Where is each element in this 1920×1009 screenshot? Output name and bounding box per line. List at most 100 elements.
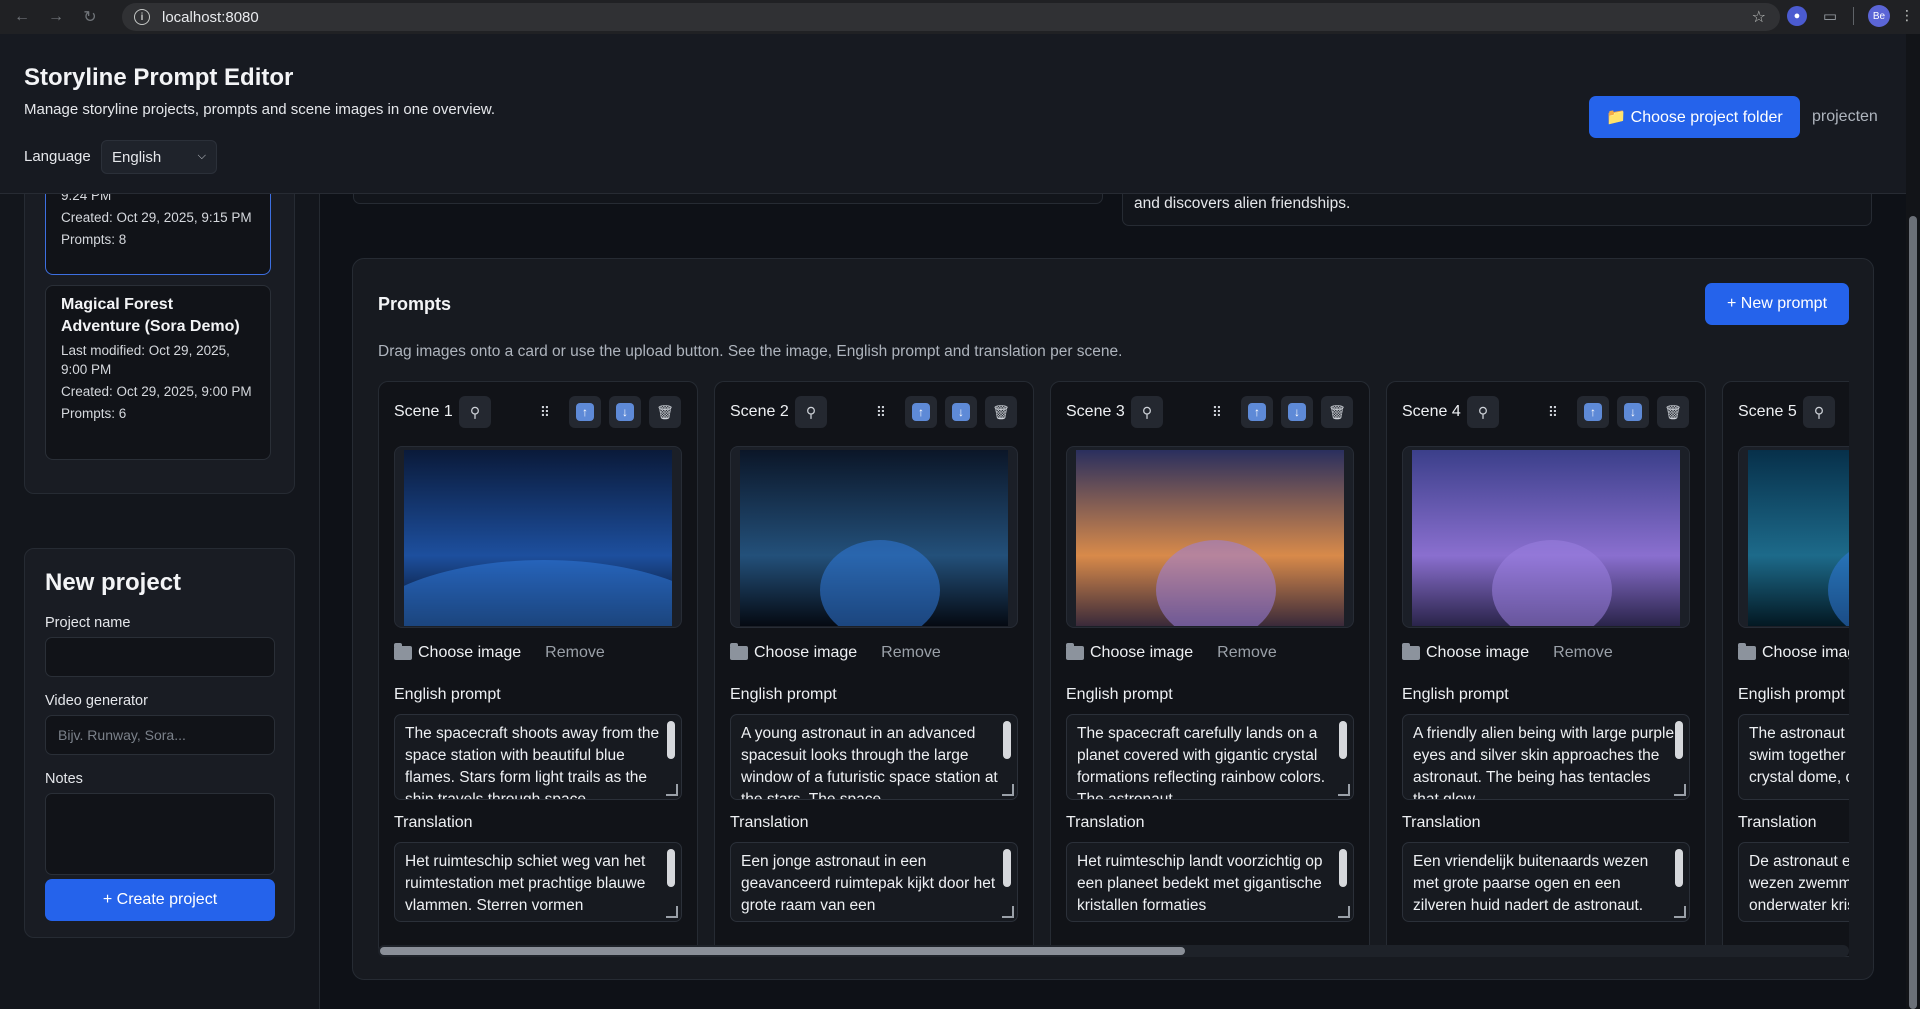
choose-image-button[interactable]: Choose image [1738, 643, 1849, 662]
page-scrollbar-thumb[interactable] [1909, 216, 1917, 1009]
translation-textarea[interactable]: Het ruimteschip landt voorzichtig op een… [1066, 842, 1354, 922]
resize-grip-icon[interactable] [1338, 784, 1350, 796]
scene-card[interactable]: Scene 3 ⚲ ⠿ ↑ ↓ 🗑 Choose image Remove En… [1050, 381, 1370, 957]
reload-icon[interactable]: ↻ [78, 5, 102, 29]
move-up-button[interactable]: ↑ [905, 396, 937, 428]
textarea-scrollbar[interactable] [1003, 721, 1011, 759]
move-down-button[interactable]: ↓ [1281, 396, 1313, 428]
choose-image-label: Choose image [1426, 644, 1530, 661]
choose-project-folder-button[interactable]: 📁 Choose project folder [1589, 96, 1800, 138]
trash-icon[interactable]: 🗑 [649, 396, 681, 428]
translation-textarea[interactable]: De astronaut en het buitenaardse wezen z… [1738, 842, 1849, 922]
translation-textarea[interactable]: Een vriendelijk buitenaards wezen met gr… [1402, 842, 1690, 922]
move-down-button[interactable]: ↓ [945, 396, 977, 428]
resize-grip-icon[interactable] [1338, 906, 1350, 918]
extension-icon[interactable]: ● [1787, 6, 1807, 26]
scene-header: Scene 4 ⚲ ⠿ ↑ ↓ 🗑 [1402, 396, 1692, 428]
textarea-scrollbar[interactable] [1339, 849, 1347, 887]
move-up-button[interactable]: ↑ [1577, 396, 1609, 428]
notes-label: Notes [45, 771, 83, 787]
english-prompt-textarea[interactable]: The astronaut and the alien being swim t… [1738, 714, 1849, 800]
remove-image-button[interactable]: Remove [1553, 644, 1613, 662]
english-prompt-textarea[interactable]: The spacecraft carefully lands on a plan… [1066, 714, 1354, 800]
scene-card[interactable]: Scene 4 ⚲ ⠿ ↑ ↓ 🗑 Choose image Remove En… [1386, 381, 1706, 957]
scene-image-dropzone[interactable] [1402, 446, 1690, 628]
notes-textarea[interactable] [45, 793, 275, 875]
move-up-button[interactable]: ↑ [1241, 396, 1273, 428]
sidebar: Last modified: Oct 29, 2025, 9:24 PM Cre… [0, 174, 320, 1009]
address-bar[interactable]: i localhost:8080 ☆ [122, 3, 1780, 31]
resize-grip-icon[interactable] [1002, 906, 1014, 918]
remove-image-button[interactable]: Remove [545, 644, 605, 662]
back-icon[interactable]: ← [10, 5, 34, 29]
folder-icon [1738, 643, 1756, 660]
zoom-icon[interactable]: ⚲ [1131, 396, 1163, 428]
textarea-scrollbar[interactable] [1675, 849, 1683, 887]
choose-image-button[interactable]: Choose image [730, 643, 857, 662]
translation-textarea[interactable]: Het ruimteschip schiet weg van het ruimt… [394, 842, 682, 922]
resize-grip-icon[interactable] [1674, 784, 1686, 796]
scene-image-dropzone[interactable] [1738, 446, 1849, 628]
textarea-scrollbar[interactable] [667, 721, 675, 759]
scene-card[interactable]: Scene 5 ⚲ ⠿ ↑ ↓ 🗑 Choose image Remove En… [1722, 381, 1849, 957]
resize-grip-icon[interactable] [1002, 784, 1014, 796]
resize-grip-icon[interactable] [666, 906, 678, 918]
english-prompt-textarea[interactable]: The spacecraft shoots away from the spac… [394, 714, 682, 800]
textarea-scrollbar[interactable] [1003, 849, 1011, 887]
project-card[interactable]: Magical Forest Adventure (Sora Demo) Las… [45, 285, 271, 460]
page-scrollbar[interactable] [1906, 34, 1920, 1009]
create-project-button[interactable]: + Create project [45, 879, 275, 921]
image-actions: Choose image Remove [730, 643, 941, 662]
drag-handle-icon[interactable]: ⠿ [529, 396, 561, 428]
move-up-button[interactable]: ↑ [569, 396, 601, 428]
arrow-up-icon: ↑ [576, 403, 594, 421]
drag-handle-icon[interactable]: ⠿ [1201, 396, 1233, 428]
translation-textarea[interactable]: Een jonge astronaut in een geavanceerd r… [730, 842, 1018, 922]
trash-icon[interactable]: 🗑 [1657, 396, 1689, 428]
bookmark-star-icon[interactable]: ☆ [1752, 7, 1766, 27]
trash-icon[interactable]: 🗑 [1321, 396, 1353, 428]
drag-handle-icon[interactable]: ⠿ [865, 396, 897, 428]
move-down-button[interactable]: ↓ [1617, 396, 1649, 428]
choose-image-button[interactable]: Choose image [394, 643, 521, 662]
horizontal-scrollbar-thumb[interactable] [380, 947, 1185, 955]
scene-image-dropzone[interactable] [394, 446, 682, 628]
drag-handle-icon[interactable]: ⠿ [1537, 396, 1569, 428]
textarea-scrollbar[interactable] [1339, 721, 1347, 759]
prompts-help-text: Drag images onto a card or use the uploa… [378, 343, 1123, 360]
horizontal-scrollbar[interactable] [378, 945, 1849, 957]
move-down-button[interactable]: ↓ [609, 396, 641, 428]
english-prompt-textarea[interactable]: A friendly alien being with large purple… [1402, 714, 1690, 800]
arrow-down-icon: ↓ [1288, 403, 1306, 421]
profile-avatar[interactable]: Be [1868, 5, 1890, 27]
scene-image-dropzone[interactable] [1066, 446, 1354, 628]
trash-icon[interactable]: 🗑 [985, 396, 1017, 428]
project-created: Created: Oct 29, 2025, 9:00 PM [61, 384, 252, 399]
zoom-icon[interactable]: ⚲ [1467, 396, 1499, 428]
scene-card[interactable]: Scene 1 ⚲ ⠿ ↑ ↓ 🗑 Choose image Remove En… [378, 381, 698, 957]
remove-image-button[interactable]: Remove [1217, 644, 1277, 662]
resize-grip-icon[interactable] [1674, 906, 1686, 918]
site-info-icon[interactable]: i [134, 9, 150, 25]
english-prompt-textarea[interactable]: A young astronaut in an advanced spacesu… [730, 714, 1018, 800]
language-select[interactable]: English ⌵ [101, 140, 217, 174]
translation-label: Translation [730, 814, 809, 831]
scene-strip[interactable]: Scene 1 ⚲ ⠿ ↑ ↓ 🗑 Choose image Remove En… [378, 381, 1849, 957]
forward-icon[interactable]: → [44, 5, 68, 29]
extensions-puzzle-icon[interactable]: ▭ [1821, 7, 1839, 25]
project-name-input[interactable] [45, 637, 275, 677]
browser-menu-icon[interactable]: ⋮ [1900, 7, 1914, 24]
scene-image-dropzone[interactable] [730, 446, 1018, 628]
scene-card[interactable]: Scene 2 ⚲ ⠿ ↑ ↓ 🗑 Choose image Remove En… [714, 381, 1034, 957]
choose-image-button[interactable]: Choose image [1066, 643, 1193, 662]
zoom-icon[interactable]: ⚲ [1803, 396, 1835, 428]
video-generator-input[interactable]: Bijv. Runway, Sora... [45, 715, 275, 755]
textarea-scrollbar[interactable] [1675, 721, 1683, 759]
zoom-icon[interactable]: ⚲ [795, 396, 827, 428]
new-prompt-button[interactable]: + New prompt [1705, 283, 1849, 325]
textarea-scrollbar[interactable] [667, 849, 675, 887]
resize-grip-icon[interactable] [666, 784, 678, 796]
zoom-icon[interactable]: ⚲ [459, 396, 491, 428]
choose-image-button[interactable]: Choose image [1402, 643, 1530, 662]
remove-image-button[interactable]: Remove [881, 644, 941, 662]
